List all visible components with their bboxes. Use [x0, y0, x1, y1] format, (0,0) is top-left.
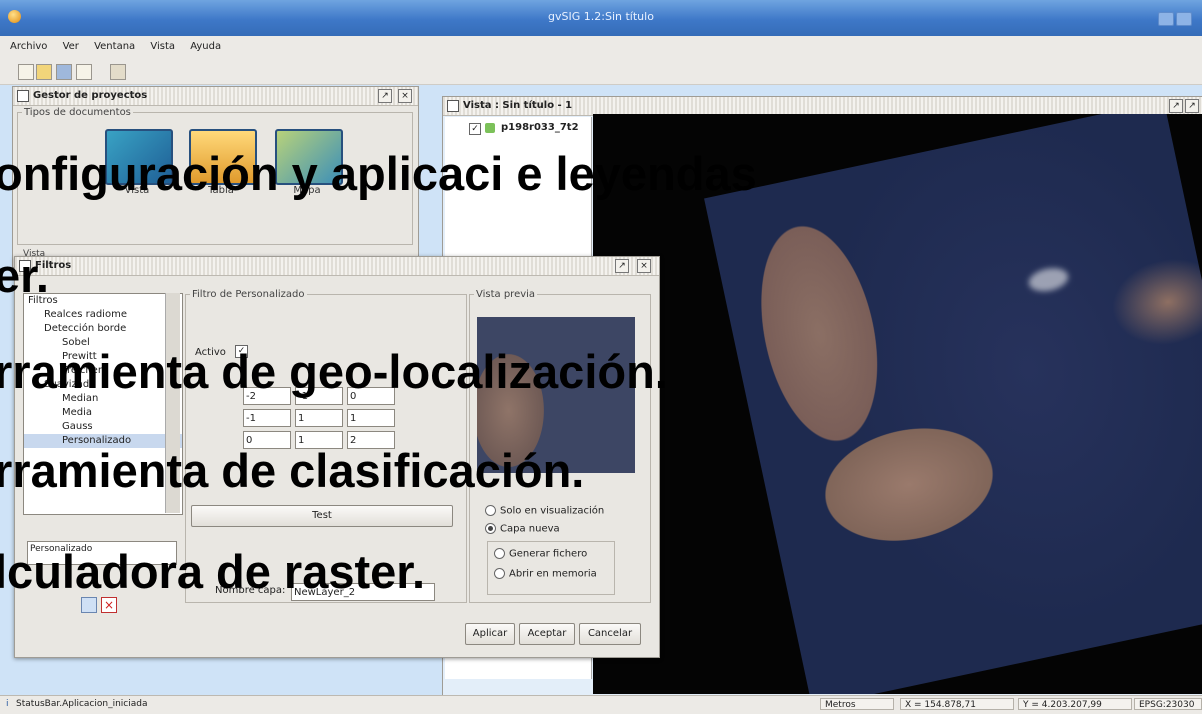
add-filter-icon[interactable] [81, 597, 97, 613]
map-canvas[interactable] [593, 114, 1202, 694]
menu-ver[interactable]: Ver [63, 36, 79, 58]
overlay-line-4: rramienta de clasificación. [0, 444, 585, 497]
preview-label: Vista previa [476, 289, 536, 300]
tree-node-media[interactable]: Media [24, 406, 182, 420]
radio-view-only-button[interactable] [485, 505, 496, 516]
menu-ventana[interactable]: Ventana [94, 36, 135, 58]
window-title: gvSIG 1.2:Sin título [548, 10, 654, 23]
radio-generate-file-button[interactable] [494, 548, 505, 559]
doc-types-label: Tipos de documentos [24, 107, 131, 118]
epsg-cell: EPSG:23030 [1134, 698, 1202, 710]
tree-node-realces[interactable]: Realces radiome [24, 308, 182, 322]
view-window-title: Vista : Sin título - 1 [463, 100, 573, 111]
detach-icon[interactable]: ↗ [378, 89, 392, 103]
apply-button[interactable]: Aplicar [465, 623, 515, 645]
kernel-cell[interactable]: -1 [243, 409, 291, 427]
x-coordinate-cell: X = 154.878,71 [900, 698, 1014, 710]
units-cell: Metros [820, 698, 894, 710]
cloud [1026, 264, 1071, 295]
layer-name[interactable]: p198r033_7t2 [501, 122, 579, 133]
overlay-line-5: lculadora de raster. [0, 545, 426, 598]
radio-new-layer-label: Capa nueva [500, 523, 560, 535]
window-icon [447, 100, 459, 112]
radio-new-layer[interactable]: Capa nueva [485, 523, 560, 535]
save-icon[interactable] [56, 64, 72, 80]
toolbar [0, 58, 1202, 85]
kernel-cell[interactable]: 1 [295, 409, 343, 427]
window-icon [17, 90, 29, 102]
radio-view-only-label: Solo en visualización [500, 505, 605, 517]
detach-icon[interactable]: ↗ [615, 259, 629, 273]
new-icon[interactable] [18, 64, 34, 80]
project-manager-title: Gestor de proyectos [33, 90, 148, 101]
layer-visibility-checkbox[interactable]: ✓ [469, 123, 481, 135]
title-bar: gvSIG 1.2:Sin título [0, 0, 1202, 36]
status-message: StatusBar.Aplicacion_iniciada [16, 699, 148, 709]
cancel-button[interactable]: Cancelar [579, 623, 641, 645]
detach-icon[interactable]: ↗ [1169, 99, 1183, 113]
tree-node-gauss[interactable]: Gauss [24, 420, 182, 434]
radio-view-only[interactable]: Solo en visualización [485, 505, 604, 517]
overlay-line-3: rramienta de geo-localización. [0, 345, 668, 398]
radio-new-layer-button[interactable] [485, 523, 496, 534]
menu-bar: Archivo Ver Ventana Vista Ayuda [0, 36, 1202, 58]
menu-archivo[interactable]: Archivo [10, 36, 47, 58]
menu-ayuda[interactable]: Ayuda [190, 36, 221, 58]
output-options-box: Generar fichero Abrir en memoria [487, 541, 615, 595]
custom-filter-label: Filtro de Personalizado [192, 289, 305, 300]
maximize-button[interactable] [1176, 12, 1192, 26]
kernel-cell[interactable]: 1 [347, 409, 395, 427]
project-manager-header: Gestor de proyectos ↗ × [13, 87, 418, 106]
y-coordinate-cell: Y = 4.203.207,99 [1018, 698, 1132, 710]
satellite-raster-image [704, 114, 1202, 694]
overlay-line-1: onfiguración y aplicaci e leyendas [0, 147, 757, 200]
radio-generate-file[interactable]: Generar fichero [494, 548, 587, 560]
test-button[interactable]: Test [191, 505, 453, 527]
radio-open-in-memory-button[interactable] [494, 568, 505, 579]
properties-icon[interactable] [76, 64, 92, 80]
overlay-line-2: er. [0, 249, 49, 302]
radio-generate-file-label: Generar fichero [509, 548, 588, 560]
radio-open-in-memory[interactable]: Abrir en memoria [494, 568, 597, 580]
close-icon[interactable]: × [637, 259, 651, 273]
accept-button[interactable]: Aceptar [519, 623, 575, 645]
tools-icon[interactable] [110, 64, 126, 80]
minimize-button[interactable] [1158, 12, 1174, 26]
menu-vista[interactable]: Vista [150, 36, 175, 58]
tree-node-deteccion[interactable]: Detección borde [24, 322, 182, 336]
close-icon[interactable]: × [398, 89, 412, 103]
status-bar: i StatusBar.Aplicacion_iniciada Metros X… [0, 695, 1202, 714]
raster-layer-icon [485, 123, 495, 133]
maximize-icon[interactable]: ↗ [1185, 99, 1199, 113]
filters-dialog-header: Filtros ↗ × [15, 257, 659, 276]
info-icon: i [6, 699, 9, 709]
open-folder-icon[interactable] [36, 64, 52, 80]
remove-filter-icon[interactable]: × [101, 597, 117, 613]
radio-open-in-memory-label: Abrir en memoria [509, 568, 597, 580]
